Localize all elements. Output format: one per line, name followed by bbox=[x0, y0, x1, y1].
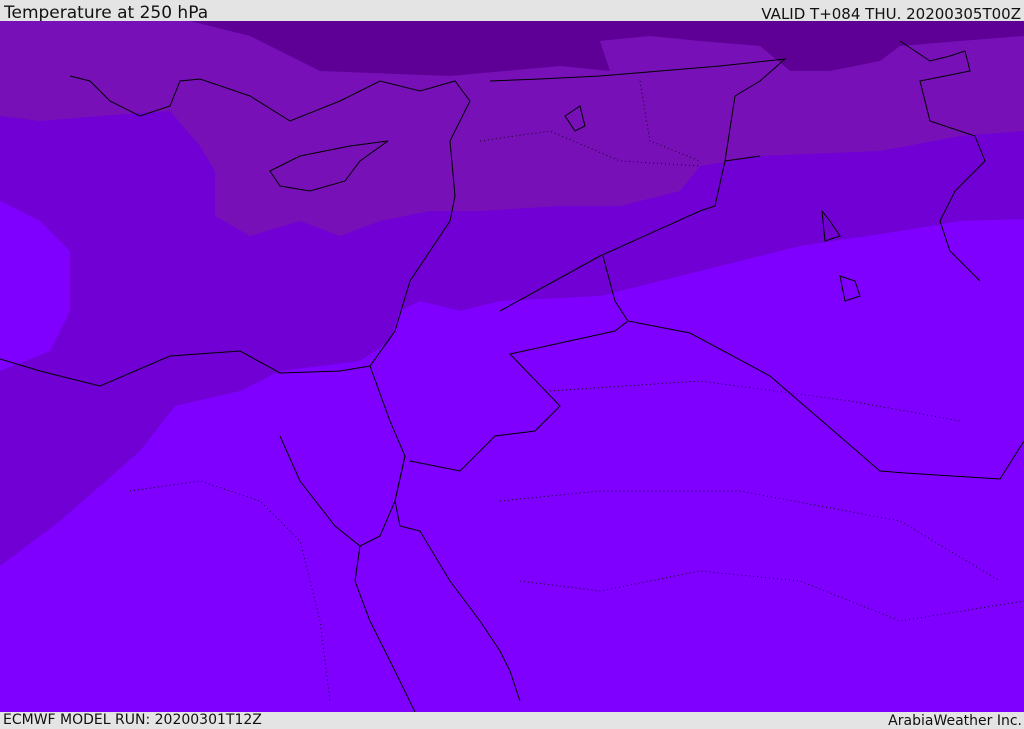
temperature-map bbox=[0, 21, 1024, 712]
map-title: Temperature at 250 hPa bbox=[4, 3, 209, 23]
header-bar: Temperature at 250 hPa VALID T+084 THU. … bbox=[0, 0, 1024, 23]
footer-bar: ECMWF MODEL RUN: 20200301T12Z ArabiaWeat… bbox=[0, 712, 1024, 729]
model-run: ECMWF MODEL RUN: 20200301T12Z bbox=[3, 712, 262, 728]
credit: ArabiaWeather Inc. bbox=[888, 713, 1022, 729]
